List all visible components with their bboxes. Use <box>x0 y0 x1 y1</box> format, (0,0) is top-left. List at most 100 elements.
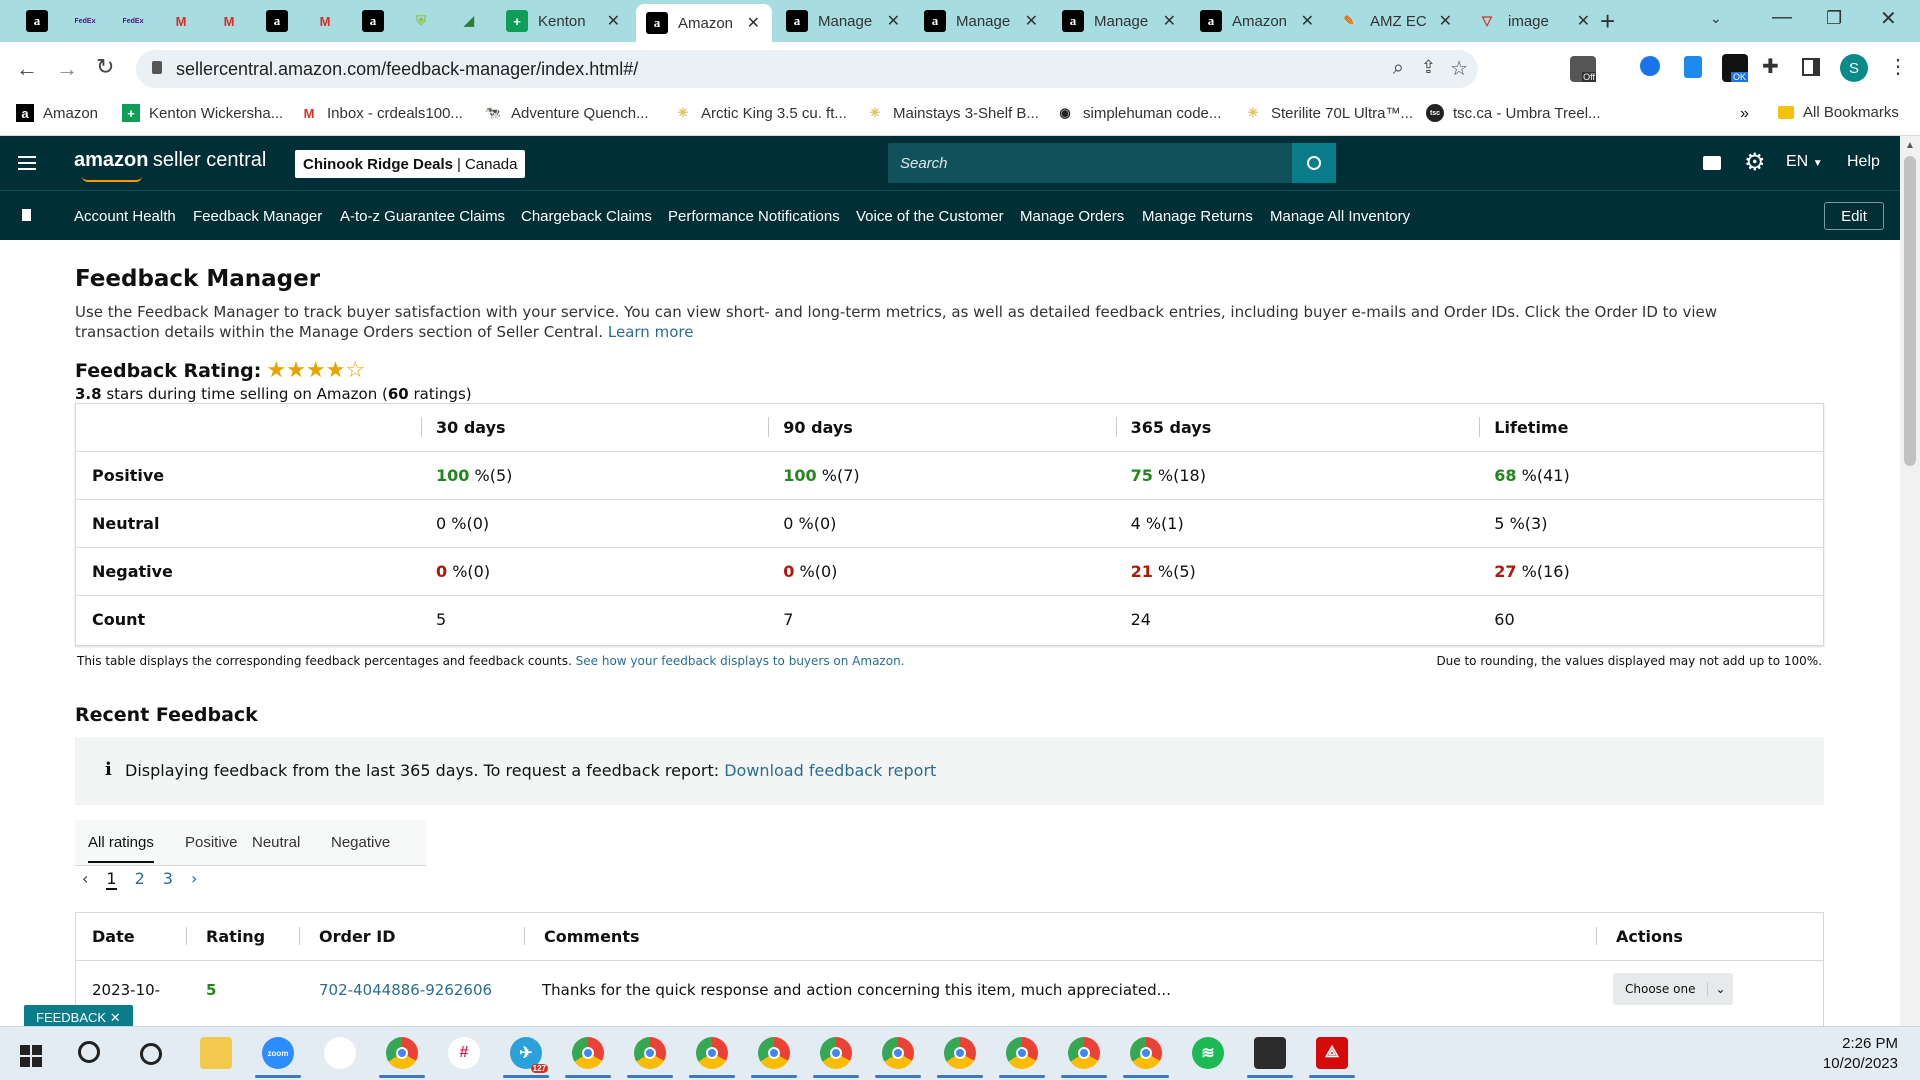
edit-nav-button[interactable]: Edit <box>1824 202 1884 230</box>
forward-icon[interactable]: → <box>56 56 78 82</box>
back-icon[interactable]: ← <box>16 56 38 82</box>
browser-tab[interactable]: a Amazon ✕ <box>636 4 772 42</box>
browser-tab[interactable]: ⛨ <box>400 4 444 38</box>
nav-link-manage-all-inventory[interactable]: Manage All Inventory <box>1270 208 1410 225</box>
nav-link-chargeback-claims[interactable]: Chargeback Claims <box>521 208 652 225</box>
extension-ok-icon[interactable]: OK <box>1722 54 1748 82</box>
scroll-up-icon[interactable]: ▲ <box>1905 140 1915 151</box>
close-icon[interactable]: ✕ <box>110 1010 121 1025</box>
learn-more-link[interactable]: Learn more <box>608 323 694 341</box>
chrome-profile-icon[interactable] <box>696 1037 728 1069</box>
acrobat-icon[interactable]: ⟁ <box>1316 1037 1348 1069</box>
file-explorer-icon[interactable] <box>200 1037 232 1069</box>
hamburger-menu-icon[interactable] <box>18 156 36 170</box>
browser-tab[interactable]: a Manage ✕ <box>776 4 912 38</box>
bookmark-item[interactable]: tsc tsc.ca - Umbra Treel... <box>1426 104 1601 122</box>
page-number[interactable]: 1 <box>106 869 117 890</box>
nav-link-a-to-z-guarantee-claims[interactable]: A-to-z Guarantee Claims <box>340 208 505 225</box>
extension-off-icon[interactable]: Off <box>1570 56 1596 82</box>
browser-tab[interactable]: ▽ image ✕ <box>1466 4 1602 38</box>
tab-close-icon[interactable]: ✕ <box>607 11 620 31</box>
browser-tab[interactable]: ◢ <box>448 4 492 38</box>
chrome-profile-icon[interactable] <box>1130 1037 1162 1069</box>
bookmark-flag-icon[interactable] <box>22 209 31 221</box>
side-panel-icon[interactable] <box>1802 58 1820 76</box>
action-dropdown[interactable]: Choose one ⌄ <box>1613 973 1733 1005</box>
browser-tab[interactable]: FedEx <box>64 4 108 38</box>
spotify-icon[interactable]: ≋ <box>1192 1037 1224 1069</box>
nav-link-account-health[interactable]: Account Health <box>74 208 176 225</box>
nav-link-manage-returns[interactable]: Manage Returns <box>1142 208 1253 225</box>
tab-close-icon[interactable]: ✕ <box>747 13 760 33</box>
zoom-icon[interactable]: zoom <box>262 1037 294 1069</box>
bookmark-item[interactable]: ✳ Arctic King 3.5 cu. ft... <box>674 104 847 122</box>
settings-gear-icon[interactable]: ⚙ <box>1744 148 1766 177</box>
store-switcher[interactable]: Chinook Ridge Deals | Canada <box>295 150 526 178</box>
download-report-link[interactable]: Download feedback report <box>724 761 936 780</box>
chrome-profile-icon[interactable] <box>758 1037 790 1069</box>
browser-tab[interactable]: a <box>352 4 396 38</box>
chrome-icon[interactable] <box>386 1037 418 1069</box>
chrome-profile-icon[interactable] <box>1068 1037 1100 1069</box>
tab-search-chevron-icon[interactable]: ⌄ <box>1710 10 1722 27</box>
new-tab-icon[interactable]: + <box>1600 6 1615 37</box>
bookmark-item[interactable]: a Amazon <box>16 104 98 122</box>
rating-tab-all-ratings[interactable]: All ratings <box>88 834 154 863</box>
browser-tab[interactable]: M <box>304 4 348 38</box>
share-icon[interactable]: ⇪ <box>1421 57 1436 78</box>
rating-tab-negative[interactable]: Negative <box>331 834 390 851</box>
browser-tab[interactable]: ✎ AMZ EC ✕ <box>1328 4 1464 38</box>
nav-link-performance-notifications[interactable]: Performance Notifications <box>668 208 840 225</box>
nav-link-manage-orders[interactable]: Manage Orders <box>1020 208 1124 225</box>
reload-icon[interactable]: ↻ <box>96 54 114 80</box>
next-page-icon[interactable]: › <box>191 869 197 890</box>
bookmark-item[interactable]: ◉ simplehuman code... <box>1056 104 1221 122</box>
telegram-icon[interactable]: ✈ 127 <box>510 1037 548 1073</box>
all-bookmarks-folder[interactable]: All Bookmarks <box>1778 104 1899 121</box>
chrome-profile-icon[interactable] <box>820 1037 852 1069</box>
tab-close-icon[interactable]: ✕ <box>887 11 900 31</box>
bookmark-item[interactable]: ✳ Sterilite 70L Ultra™... <box>1244 104 1413 122</box>
chrome-profile-icon[interactable] <box>1006 1037 1038 1069</box>
tab-close-icon[interactable]: ✕ <box>1025 11 1038 31</box>
edge-icon[interactable] <box>572 1037 604 1069</box>
bookmark-item[interactable]: 🐄 Adventure Quench... <box>484 104 649 122</box>
help-link[interactable]: Help <box>1847 153 1880 171</box>
window-close-icon[interactable]: ✕ <box>1880 6 1897 31</box>
search-taskbar-icon[interactable] <box>78 1041 100 1063</box>
language-selector[interactable]: EN ▼ <box>1786 153 1823 171</box>
bookmark-star-icon[interactable]: ☆ <box>1450 56 1468 81</box>
browser-tab[interactable]: M <box>160 4 204 38</box>
nav-link-feedback-manager[interactable]: Feedback Manager <box>193 208 322 225</box>
sticky-notes-icon[interactable] <box>1254 1037 1286 1069</box>
page-scrollbar[interactable]: ▲ ▼ <box>1900 136 1920 1052</box>
browser-tab[interactable]: M <box>208 4 252 38</box>
browser-tab[interactable]: a Amazon ✕ <box>1190 4 1326 38</box>
extension-tag-icon[interactable] <box>1684 56 1702 78</box>
prev-page-icon[interactable]: ‹ <box>82 869 88 890</box>
chrome-profile-icon[interactable] <box>882 1037 914 1069</box>
browser-tab[interactable]: FedEx <box>112 4 156 38</box>
task-view-icon[interactable] <box>140 1043 162 1065</box>
bookmark-item[interactable]: + Kenton Wickersha... <box>122 104 283 122</box>
browser-tab[interactable]: + Kenton ✕ <box>496 4 632 38</box>
extension-gear-icon[interactable] <box>1640 56 1660 76</box>
tab-close-icon[interactable]: ✕ <box>1577 11 1590 31</box>
bookmark-item[interactable]: ✳ Mainstays 3-Shelf B... <box>866 104 1039 122</box>
profile-avatar[interactable]: S <box>1840 54 1868 82</box>
slack-icon[interactable]: # <box>448 1037 480 1069</box>
chrome-menu-icon[interactable]: ⋮ <box>1888 54 1908 79</box>
chrome-profile-icon[interactable] <box>944 1037 976 1069</box>
search-input[interactable]: Search <box>900 155 948 172</box>
tab-close-icon[interactable]: ✕ <box>1439 11 1452 31</box>
browser-tab[interactable]: a <box>16 4 60 38</box>
chrome-profile-icon[interactable] <box>634 1037 666 1069</box>
nav-link-voice-of-the-customer[interactable]: Voice of the Customer <box>856 208 1004 225</box>
page-number[interactable]: 2 <box>135 869 145 890</box>
browser-tab[interactable]: a <box>256 4 300 38</box>
browser-tab[interactable]: a Manage ✕ <box>1052 4 1188 38</box>
extensions-puzzle-icon[interactable]: ✚ <box>1762 54 1779 79</box>
address-bar[interactable]: sellercentral.amazon.com/feedback-manage… <box>136 50 1478 88</box>
bookmark-item[interactable]: M Inbox - crdeals100... <box>300 104 463 122</box>
app-pinwheel-icon[interactable] <box>324 1037 356 1069</box>
